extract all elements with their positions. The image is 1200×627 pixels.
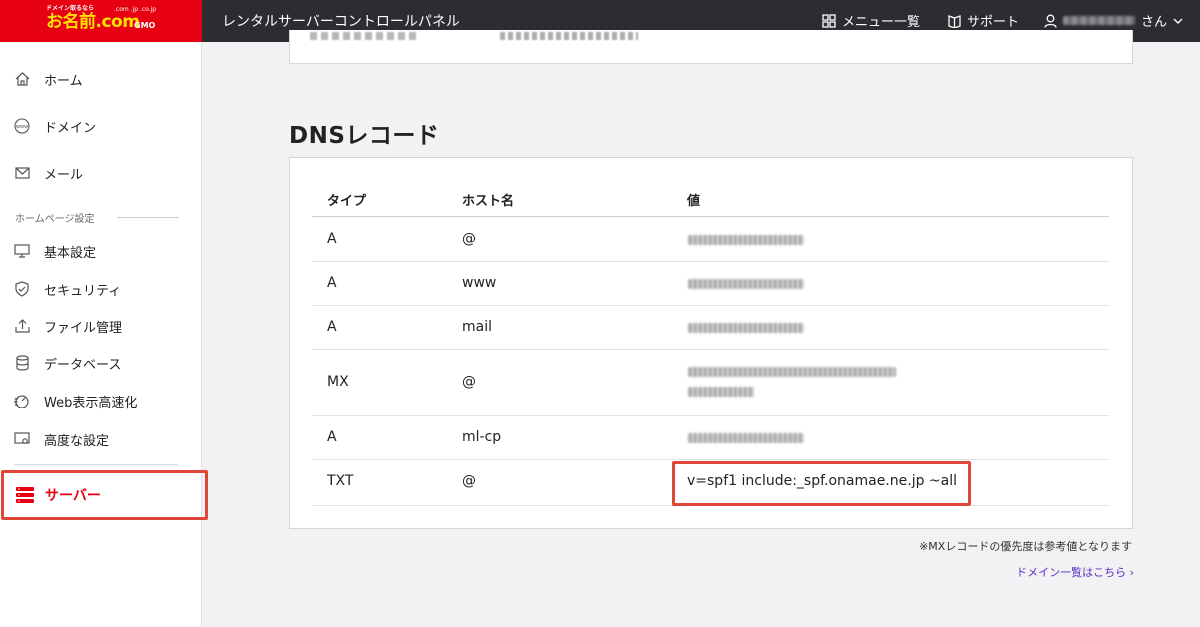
cell-host: @ [462,473,476,489]
cell-type: MX [327,374,349,390]
cell-host: @ [462,231,476,247]
cell-host: www [462,275,497,291]
sidebar-item-server[interactable]: サーバー [1,470,208,520]
cell-host: @ [462,374,476,390]
cutoff-value-redacted [500,32,638,40]
home-icon [14,71,30,87]
sidebar-item-mail[interactable]: メール [0,153,202,193]
onamae-logo[interactable]: ドメイン取るなら .com .jp .co.jp お名前.com GMO [0,0,202,42]
section-divider [117,217,179,218]
upload-icon [14,318,30,334]
cell-type: TXT [327,473,354,489]
row-divider [312,415,1109,416]
row-divider [312,459,1109,460]
menu-list-label: メニュー一覧 [842,15,921,30]
cell-priority-redacted [688,387,754,397]
sidebar-item-domain[interactable]: www ドメイン [0,106,202,146]
spf-value-highlight [672,461,971,506]
cell-value-redacted [688,433,804,443]
sidebar-divider [14,464,178,465]
logo-text: お名前.com [46,12,140,32]
chevron-down-icon [1173,18,1183,24]
sidebar-item-label: 高度な設定 [44,433,110,449]
grid-icon [822,13,836,28]
user-suffix: さん [1141,15,1168,30]
sidebar-item-label: メール [44,167,84,183]
sidebar-item-label: サーバー [45,488,101,504]
mail-icon [14,165,30,181]
monitor-icon [14,243,30,259]
cell-type: A [327,429,337,445]
www-icon: www [14,118,30,134]
cell-type: A [327,231,337,247]
cell-type: A [327,275,337,291]
logo-tagline: ドメイン取るなら [46,5,95,12]
cell-type: A [327,319,337,335]
column-header-host: ホスト名 [462,194,515,209]
homepage-settings-section-label: ホームページ設定 [15,214,95,225]
sidebar-item-label: Web表示高速化 [44,395,138,411]
settings-monitor-icon [14,431,30,447]
user-icon [1044,14,1057,28]
user-name-redacted [1063,16,1135,25]
shield-icon [14,281,30,297]
mx-priority-note: ※MXレコードの優先度は参考値となります [919,540,1132,553]
cell-value-redacted [688,235,804,245]
sidebar-item-database[interactable]: データベース [0,343,202,383]
cell-host: ml-cp [462,429,502,445]
cutoff-label-redacted [310,32,420,40]
dns-section-title: DNSレコード [289,123,440,149]
sidebar-item-label: ドメイン [44,120,97,136]
sidebar-item-file-manager[interactable]: ファイル管理 [0,306,202,346]
sidebar-item-web-acceleration[interactable]: Web表示高速化 [0,381,202,421]
column-header-value: 値 [687,194,701,209]
sidebar-item-label: データベース [44,357,122,373]
sidebar-item-home[interactable]: ホーム [0,59,202,99]
support-button[interactable]: サポート [948,11,1019,30]
sidebar-item-advanced-settings[interactable]: 高度な設定 [0,419,202,459]
sidebar-item-basic-settings[interactable]: 基本設定 [0,231,202,271]
sidebar-item-label: セキュリティ [44,283,122,299]
sidebar-item-label: 基本設定 [44,245,97,261]
table-header-divider [312,216,1109,217]
sidebar-item-label: ホーム [44,73,83,89]
cell-value-redacted [688,279,804,289]
sidebar-item-label: ファイル管理 [44,320,123,336]
column-header-type: タイプ [327,194,367,209]
book-icon [948,14,961,28]
row-divider [312,349,1109,350]
speed-icon [14,393,30,409]
cell-value-redacted [688,367,896,377]
svg-text:www: www [16,124,28,130]
user-menu[interactable]: さん [1044,11,1183,30]
cell-value-redacted [688,323,804,333]
sidebar: ホーム www ドメイン メール ホームページ設定 基本設定 セキュリティ ファ… [0,42,208,627]
database-icon [14,355,30,371]
logo-brand: GMO [134,21,156,30]
domain-list-link[interactable]: ドメイン一覧はこちら › [1016,564,1134,580]
row-divider [312,305,1109,306]
server-icon [16,487,34,503]
support-label: サポート [967,15,1020,30]
row-divider [312,261,1109,262]
sidebar-item-security[interactable]: セキュリティ [0,269,202,309]
menu-list-button[interactable]: メニュー一覧 [822,11,920,30]
panel-title: レンタルサーバーコントロールパネル [222,14,460,30]
cell-host: mail [462,319,492,335]
